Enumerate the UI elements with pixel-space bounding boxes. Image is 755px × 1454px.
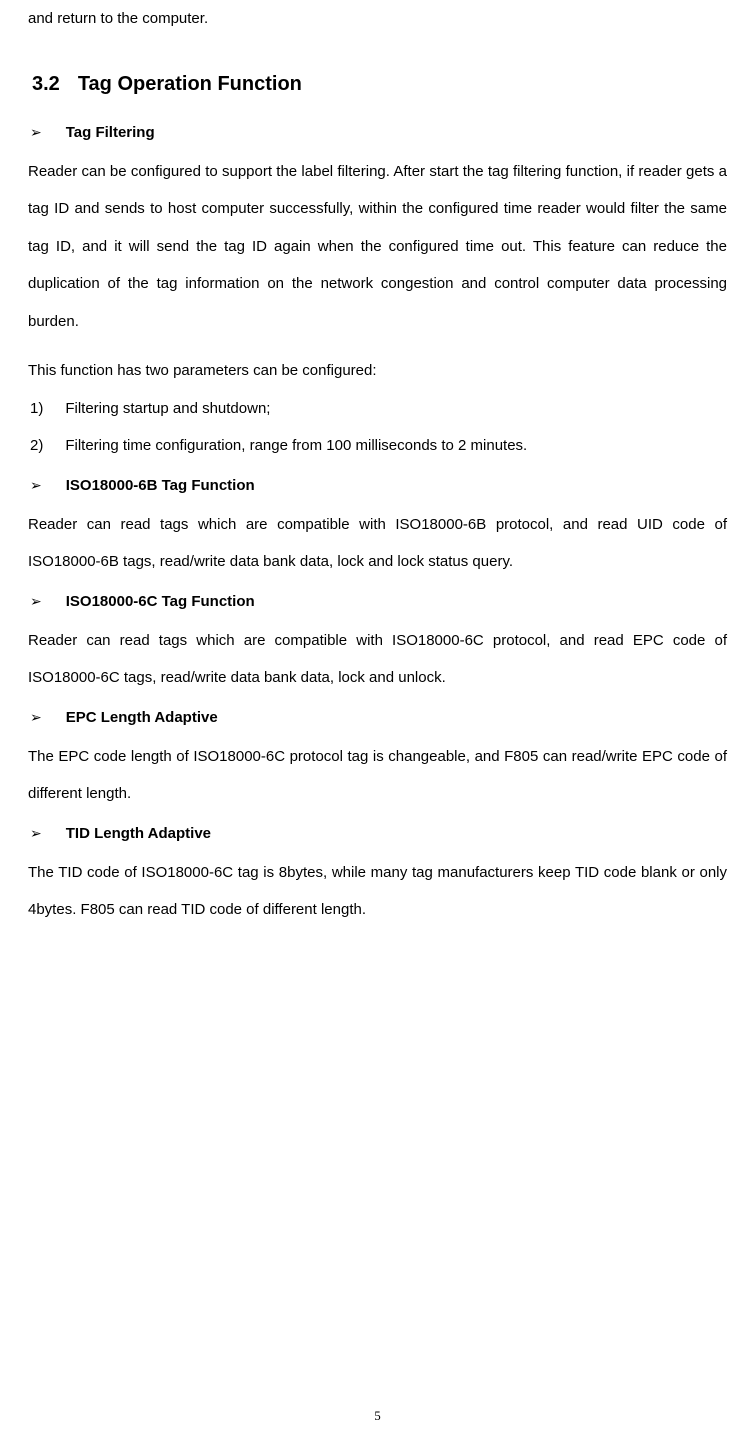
list-number: 2) bbox=[28, 427, 65, 465]
section-title: Tag Operation Function bbox=[78, 73, 302, 95]
arrow-icon: ➢ bbox=[28, 124, 66, 141]
subsection-title: EPC Length Adaptive bbox=[66, 709, 218, 726]
subsection-header: ➢ TID Length Adaptive bbox=[28, 825, 727, 842]
list-text: Filtering startup and shutdown; bbox=[65, 390, 270, 428]
arrow-icon: ➢ bbox=[28, 825, 66, 842]
page-number: 5 bbox=[374, 1408, 381, 1424]
list-item: 1) Filtering startup and shutdown; bbox=[28, 390, 727, 428]
section-number: 3.2 bbox=[32, 73, 78, 95]
list-number: 1) bbox=[28, 390, 65, 428]
body-paragraph: This function has two parameters can be … bbox=[28, 352, 727, 390]
subsection-title: ISO18000-6C Tag Function bbox=[66, 593, 255, 610]
body-paragraph: Reader can read tags which are compatibl… bbox=[28, 622, 727, 697]
arrow-icon: ➢ bbox=[28, 477, 66, 494]
arrow-icon: ➢ bbox=[28, 709, 66, 726]
body-paragraph: The EPC code length of ISO18000-6C proto… bbox=[28, 738, 727, 813]
section-heading: 3.2Tag Operation Function bbox=[28, 73, 727, 96]
subsection-header: ➢ Tag Filtering bbox=[28, 124, 727, 141]
body-paragraph: The TID code of ISO18000-6C tag is 8byte… bbox=[28, 854, 727, 929]
subsection-title: Tag Filtering bbox=[66, 124, 155, 141]
list-text: Filtering time configuration, range from… bbox=[65, 427, 527, 465]
body-paragraph: Reader can read tags which are compatibl… bbox=[28, 506, 727, 581]
list-item: 2) Filtering time configuration, range f… bbox=[28, 427, 727, 465]
body-paragraph: Reader can be configured to support the … bbox=[28, 153, 727, 341]
arrow-icon: ➢ bbox=[28, 593, 66, 610]
subsection-title: ISO18000-6B Tag Function bbox=[66, 477, 255, 494]
subsection-header: ➢ ISO18000-6B Tag Function bbox=[28, 477, 727, 494]
subsection-header: ➢ ISO18000-6C Tag Function bbox=[28, 593, 727, 610]
subsection-title: TID Length Adaptive bbox=[66, 825, 211, 842]
continuation-text: and return to the computer. bbox=[28, 0, 727, 38]
subsection-header: ➢ EPC Length Adaptive bbox=[28, 709, 727, 726]
